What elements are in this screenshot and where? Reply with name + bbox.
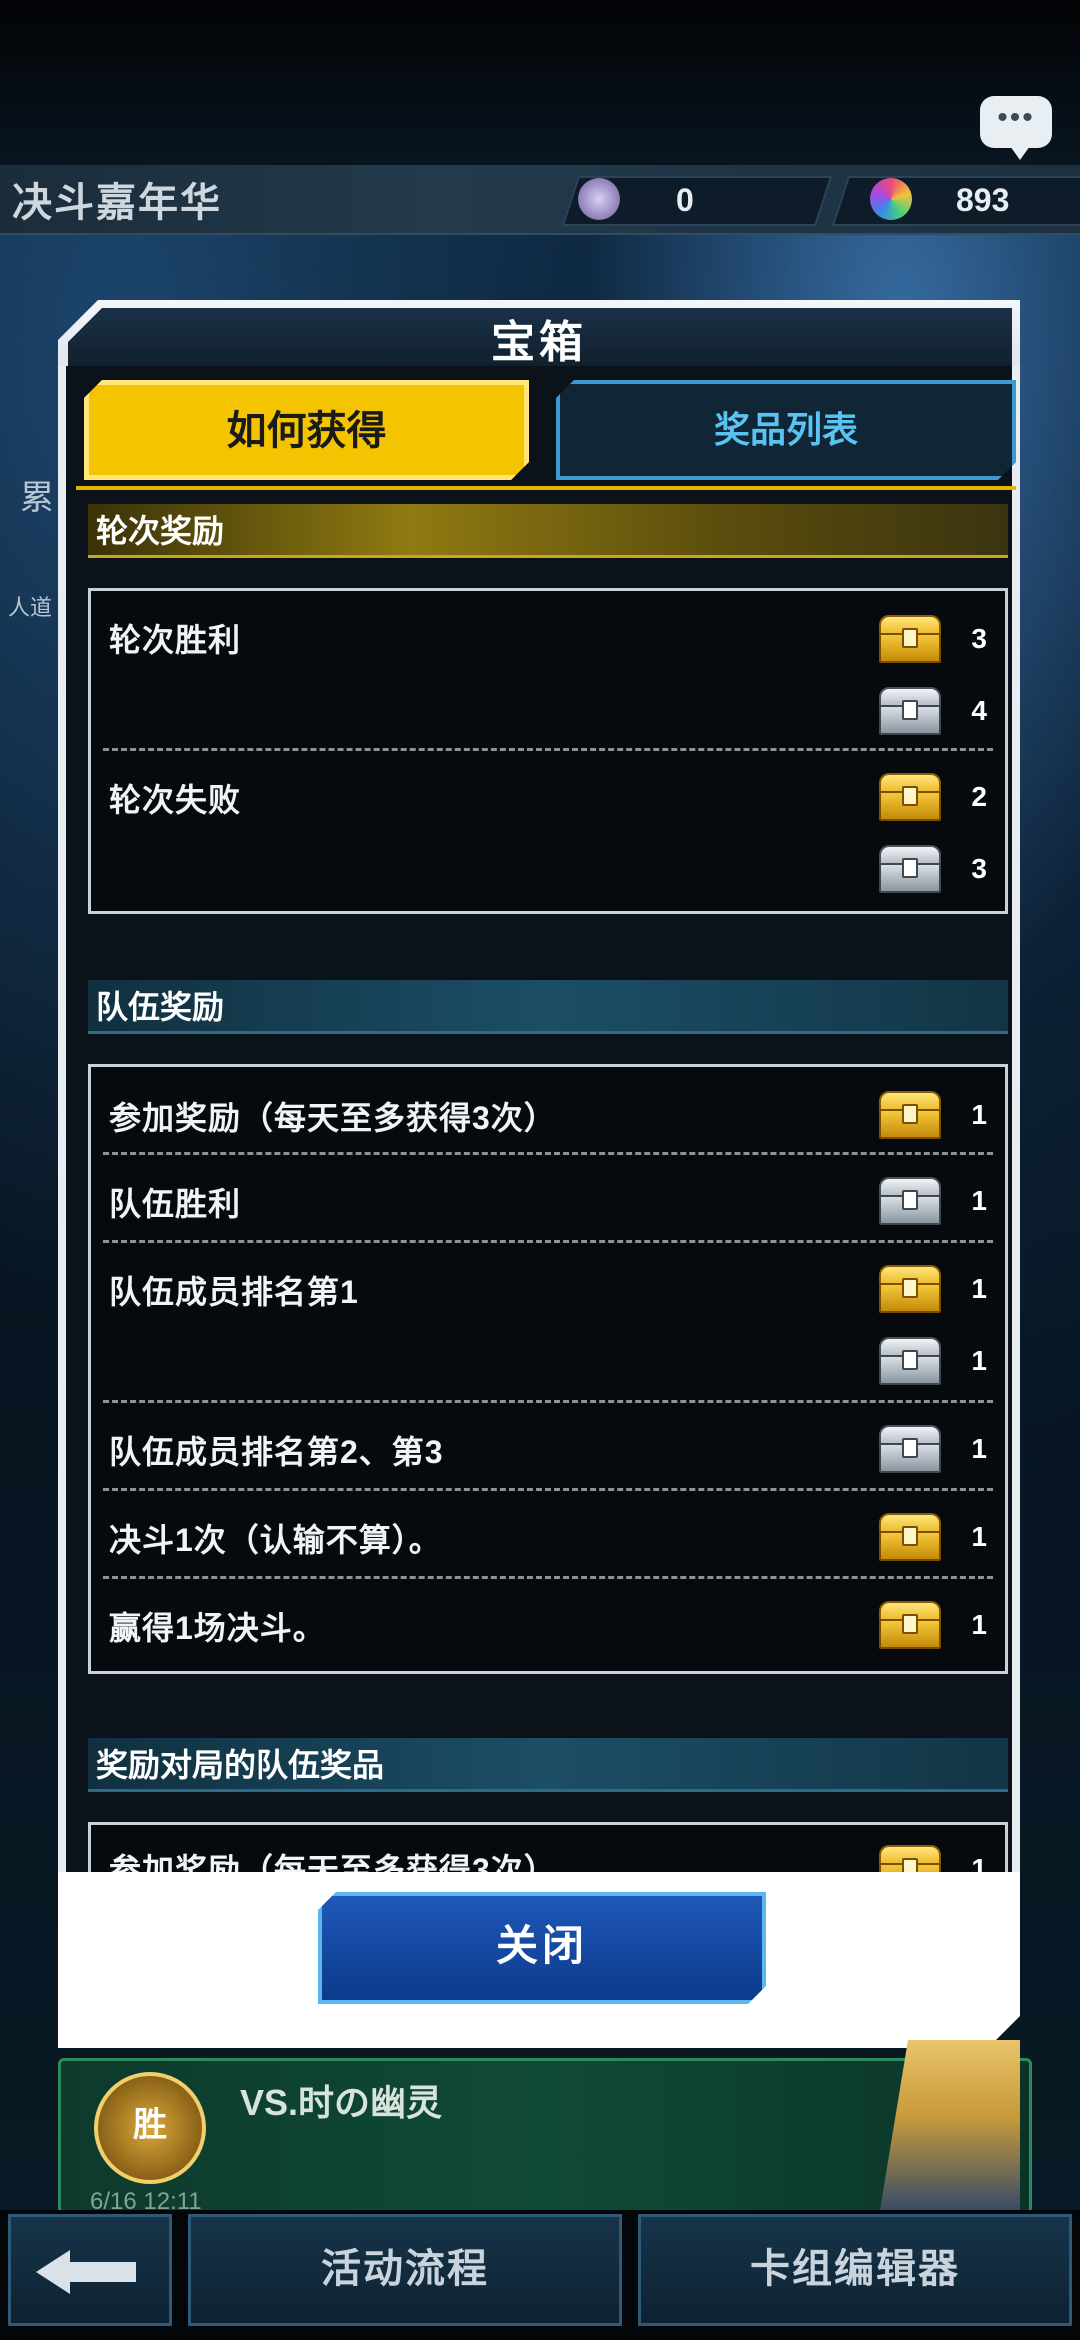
row-label: 决斗1次（认输不算）。 [109, 1522, 442, 1558]
row-label: 赢得1场决斗。 [109, 1610, 326, 1646]
silver-chest-icon [877, 843, 941, 893]
reward-panel: 轮次胜利 3 4 轮次失败 2 3 [88, 588, 1008, 914]
reward-panel: 参加奖励（每天至多获得3次） 1 [88, 1822, 1008, 1872]
reward-count: 3 [971, 853, 987, 884]
close-button[interactable]: 关闭 [318, 1892, 766, 2004]
currency-gem-value: 893 [956, 182, 1010, 218]
gold-chest-icon [877, 1089, 941, 1139]
reward-item: 3 [877, 843, 987, 895]
reward-count: 1 [971, 1521, 987, 1552]
reward-row: 轮次胜利 3 4 [103, 591, 993, 751]
chat-bubble-icon[interactable]: ••• [980, 96, 1052, 160]
reward-panel: 参加奖励（每天至多获得3次） 1 队伍胜利 1 队伍成员排名第1 1 1 队伍成… [88, 1064, 1008, 1674]
row-label: 队伍成员排名第2、第3 [109, 1434, 444, 1470]
gold-chest-icon [877, 613, 941, 663]
tab-how-to-get[interactable]: 如何获得 [84, 380, 529, 480]
section-header: 队伍奖励 [88, 980, 1008, 1034]
row-label: 轮次失败 [109, 782, 242, 818]
deck-editor-button[interactable]: 卡组编辑器 [638, 2214, 1072, 2326]
reward-item: 3 [877, 613, 987, 665]
reward-row: 队伍成员排名第1 1 1 [103, 1243, 993, 1403]
reward-count: 1 [971, 1609, 987, 1640]
gold-chest-icon [877, 1843, 941, 1872]
silver-chest-icon [877, 1423, 941, 1473]
win-badge: 胜 [94, 2072, 206, 2184]
tab-underline [76, 486, 1016, 490]
reward-row: 队伍胜利 1 [103, 1155, 993, 1243]
row-label: 参加奖励（每天至多获得3次） [109, 1852, 557, 1872]
reward-row: 赢得1场决斗。 1 [103, 1579, 993, 1665]
reward-item: 1 [877, 1089, 987, 1141]
reward-row: 轮次失败 2 3 [103, 751, 993, 909]
gold-chest-icon [877, 1263, 941, 1313]
reward-count: 2 [971, 781, 987, 812]
silver-chest-icon [877, 1175, 941, 1225]
gold-chest-icon [877, 1599, 941, 1649]
reward-count: 1 [971, 1273, 987, 1304]
section-header: 奖励对局的队伍奖品 [88, 1738, 1008, 1792]
reward-count: 1 [971, 1185, 987, 1216]
tab-prize-list[interactable]: 奖品列表 [556, 380, 1016, 480]
reward-item: 4 [877, 685, 987, 737]
reward-count: 1 [971, 1853, 987, 1872]
reward-count: 1 [971, 1099, 987, 1130]
gem-icon [870, 178, 912, 220]
gold-chest-icon [877, 771, 941, 821]
reward-item: 1 [877, 1175, 987, 1227]
silver-chest-icon [877, 685, 941, 735]
orb-icon [578, 178, 620, 220]
reward-item: 2 [877, 771, 987, 823]
screen-title: 决斗嘉年华 [12, 181, 222, 225]
silver-chest-icon [877, 1335, 941, 1385]
modal-title: 宝箱 [491, 318, 587, 367]
currency-orb-value: 0 [676, 182, 694, 218]
row-label: 参加奖励（每天至多获得3次） [109, 1100, 557, 1136]
reward-item: 1 [877, 1335, 987, 1387]
modal-body: 如何获得 奖品列表 轮次奖励 轮次胜利 3 4 轮次失败 2 3 队伍奖励 参加… [58, 366, 1020, 1872]
reward-row: 决斗1次（认输不算）。 1 [103, 1491, 993, 1579]
side-text-fragment: 人道 [8, 595, 53, 620]
reward-count: 3 [971, 623, 987, 654]
row-label: 轮次胜利 [109, 622, 242, 658]
reward-item: 1 [877, 1843, 987, 1872]
reward-row: 参加奖励（每天至多获得3次） 1 [103, 1067, 993, 1155]
row-label: 队伍成员排名第1 [109, 1274, 359, 1310]
reward-item: 1 [877, 1263, 987, 1315]
event-flow-button[interactable]: 活动流程 [188, 2214, 622, 2326]
modal-header: 宝箱 [58, 300, 1020, 366]
reward-count: 1 [971, 1345, 987, 1376]
reward-item: 1 [877, 1599, 987, 1651]
rewards-scroll-area[interactable]: 轮次奖励 轮次胜利 3 4 轮次失败 2 3 队伍奖励 参加奖励（每天至多获得3… [74, 500, 1020, 1872]
row-label: 队伍胜利 [109, 1186, 242, 1222]
reward-item: 1 [877, 1511, 987, 1563]
section-header: 轮次奖励 [88, 504, 1008, 558]
reward-count: 4 [971, 695, 987, 726]
side-text-fragment: 累 [20, 479, 54, 517]
reward-count: 1 [971, 1433, 987, 1464]
back-arrow-icon [36, 2250, 136, 2294]
gold-chest-icon [877, 1511, 941, 1561]
reward-item: 1 [877, 1423, 987, 1475]
treasure-chest-modal: 宝箱 如何获得 奖品列表 轮次奖励 轮次胜利 3 4 轮次失败 2 3 队伍奖励… [58, 300, 1020, 2048]
opponent-name: VS.时の幽灵 [240, 2082, 443, 2123]
reward-row: 参加奖励（每天至多获得3次） 1 [103, 1825, 993, 1872]
reward-row: 队伍成员排名第2、第3 1 [103, 1403, 993, 1491]
